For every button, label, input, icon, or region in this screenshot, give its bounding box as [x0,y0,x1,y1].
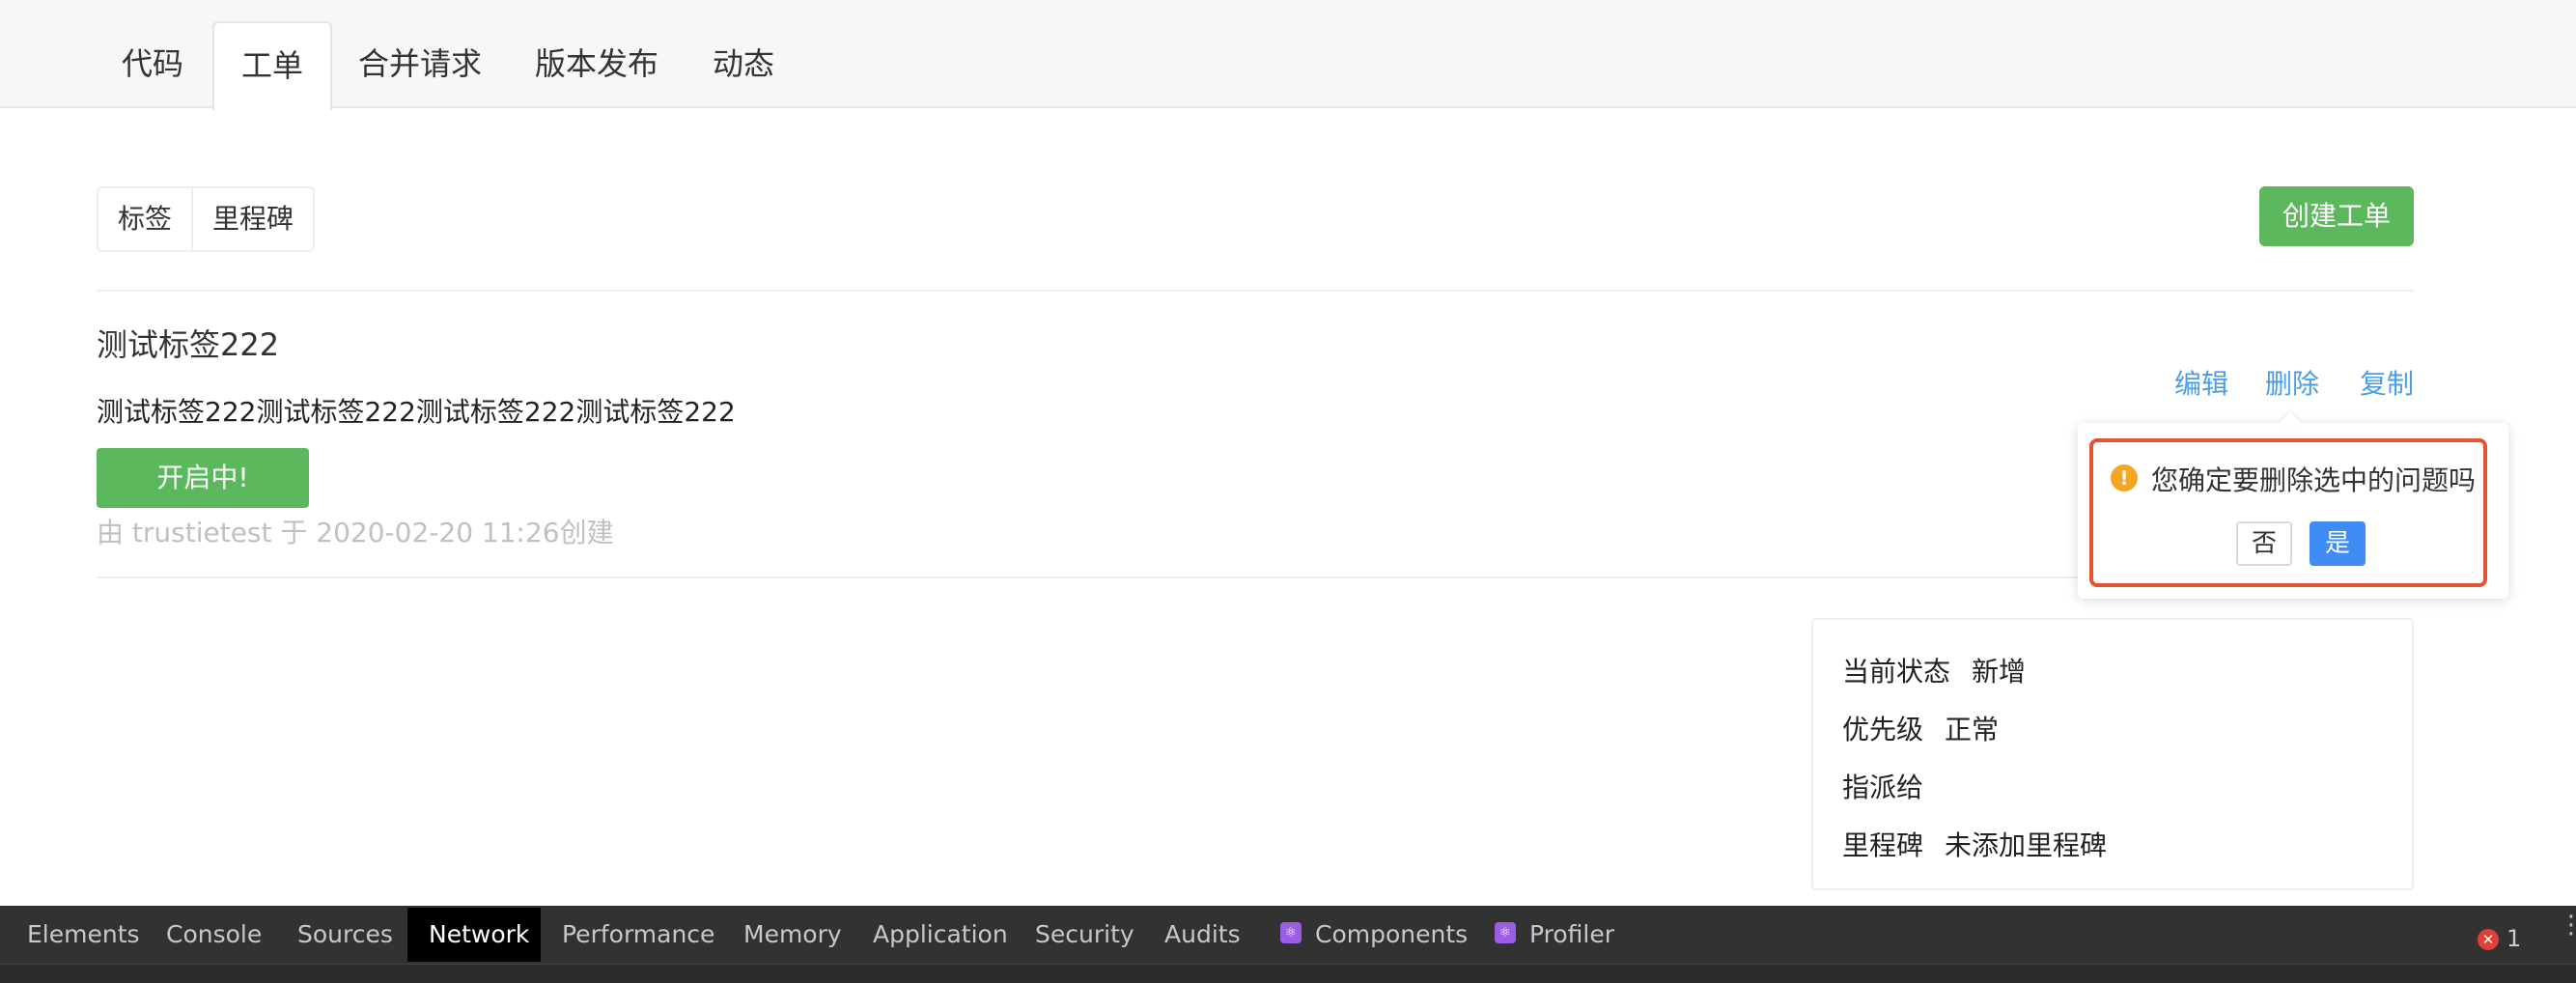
create-issue-button[interactable]: 创建工单 [2259,186,2414,246]
tab-merge-requests[interactable]: 合并请求 [348,21,492,110]
warning-icon: ! [2111,464,2138,492]
status-value: 新增 [1972,656,2027,688]
milestone-value: 未添加里程碑 [1945,829,2108,861]
devtools-tab-memory[interactable]: Memory [722,908,863,962]
devtools-tab-bar: Elements Console Sources Network Perform… [0,908,2576,962]
priority-value: 正常 [1945,714,2000,745]
milestones-button[interactable]: 里程碑 [191,188,313,250]
assignee-label: 指派给 [1842,772,1924,803]
labels-button[interactable]: 标签 [98,188,191,250]
devtools-toolbar [0,964,2576,983]
labels-milestones-group: 标签 里程碑 [97,186,316,252]
divider [97,576,2086,578]
milestone-row: 里程碑 未添加里程碑 [1842,825,2107,863]
priority-row: 优先级 正常 [1842,709,1999,747]
tab-activity[interactable]: 动态 [699,21,788,110]
react-icon: ⚛ [1280,922,1302,943]
project-tab-bar: 代码 工单 合并请求 版本发布 动态 [0,0,2576,110]
devtools-tab-profiler[interactable]: ⚛ Profiler [1473,908,1636,962]
divider [97,290,2414,292]
issue-meta: 由 trustietest 于 2020-02-20 11:26创建 [97,517,614,548]
tab-releases[interactable]: 版本发布 [521,21,672,110]
react-icon: ⚛ [1495,922,1516,943]
devtools-tab-profiler-label: Profiler [1529,920,1615,948]
devtools-tab-performance[interactable]: Performance [541,908,736,962]
tab-issues[interactable]: 工单 [212,21,332,110]
devtools-tab-components[interactable]: ⚛ Components [1259,908,1489,962]
edit-link[interactable]: 编辑 [2174,363,2228,402]
devtools-tab-console[interactable]: Console [145,908,283,962]
tab-code[interactable]: 代码 [106,21,199,110]
devtools-tab-sources[interactable]: Sources [276,908,414,962]
confirm-message: 您确定要删除选中的问题吗 [2151,464,2477,496]
priority-label: 优先级 [1842,714,1924,745]
kebab-menu-icon[interactable]: ⋮ [2559,913,2576,938]
status-row: 当前状态 新增 [1842,651,2026,689]
issue-title[interactable]: 测试标签222 [97,321,279,365]
milestone-label: 里程碑 [1842,829,1924,861]
devtools-panel: Elements Console Sources Network Perform… [0,906,2576,983]
devtools-tab-security[interactable]: Security [1014,908,1156,962]
copy-link[interactable]: 复制 [2360,363,2414,402]
devtools-tab-elements[interactable]: Elements [6,908,161,962]
delete-link[interactable]: 删除 [2265,363,2319,402]
devtools-tab-application[interactable]: Application [852,908,1029,962]
devtools-tab-network[interactable]: Network [407,908,541,962]
devtools-tab-components-label: Components [1315,920,1469,948]
error-count-badge[interactable]: ✕ 1 [2478,925,2521,952]
issue-description: 测试标签222测试标签222测试标签222测试标签222 [97,396,736,428]
error-count: 1 [2506,925,2522,952]
confirm-yes-button[interactable]: 是 [2310,521,2366,566]
confirm-no-button[interactable]: 否 [2236,521,2292,566]
issue-status-button[interactable]: 开启中! [97,448,309,508]
status-label: 当前状态 [1842,656,1951,688]
assignee-row: 指派给 [1842,767,1923,805]
devtools-tab-audits[interactable]: Audits [1143,908,1262,962]
error-icon: ✕ [2478,929,2499,950]
